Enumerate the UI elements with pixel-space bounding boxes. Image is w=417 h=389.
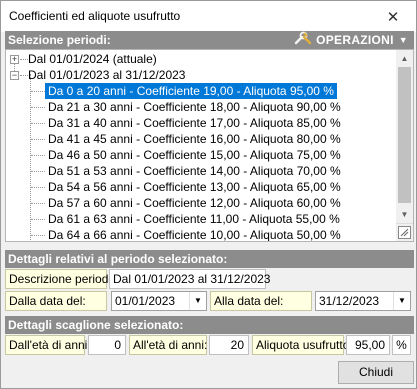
tree-connector: [31, 123, 45, 124]
tree-item-bracket[interactable]: Da 64 a 66 anni - Coefficiente 10,00 - A…: [48, 227, 341, 241]
from-date-label: Dalla data del:: [5, 291, 107, 311]
rate-field[interactable]: 95,00: [346, 335, 390, 355]
tree-connector: [31, 171, 45, 172]
expand-icon[interactable]: +: [10, 55, 19, 64]
close-icon: ✕: [386, 8, 400, 26]
tree-connector: [20, 75, 28, 76]
tree-item-bracket[interactable]: Da 46 a 50 anni - Coefficiente 15,00 - A…: [48, 147, 341, 163]
tree-item-bracket[interactable]: Da 51 a 53 anni - Coefficiente 14,00 - A…: [48, 163, 341, 179]
tree-item-bracket[interactable]: Da 57 a 60 anni - Coefficiente 12,00 - A…: [48, 195, 341, 211]
age-to-label: All'età di anni:: [129, 335, 207, 355]
tree-connector: [31, 187, 45, 188]
tree-connector: [31, 91, 45, 92]
scroll-down-icon[interactable]: ▼: [396, 206, 413, 223]
chevron-down-icon: ▼: [398, 35, 408, 45]
from-date-value: 01/01/2023: [115, 294, 176, 308]
tree-item-bracket[interactable]: Da 21 a 30 anni - Coefficiente 18,00 - A…: [48, 99, 341, 115]
tree-item-bracket[interactable]: Da 54 a 56 anni - Coefficiente 13,00 - A…: [48, 179, 341, 195]
tree-connector: [31, 155, 45, 156]
window-title: Coefficienti ed aliquote usufrutto: [9, 9, 181, 23]
periods-header-label: Selezione periodi:: [8, 33, 111, 47]
description-field: Dal 01/01/2023 al 31/12/2023: [109, 269, 270, 289]
tree-connector: [31, 203, 45, 204]
close-button[interactable]: Chiudi: [338, 361, 414, 384]
tree-connector: [20, 59, 28, 60]
tree-vertical-scrollbar[interactable]: ▲ ▼: [396, 50, 413, 223]
chevron-down-icon[interactable]: ▼: [393, 292, 410, 310]
rate-label: Aliquota usufrutto:: [252, 335, 353, 355]
bracket-details-header: Dettagli scaglione selezionato:: [5, 316, 414, 334]
bracket-details-header-label: Dettagli scaglione selezionato:: [8, 318, 184, 332]
to-date-value: 31/12/2023: [319, 294, 380, 308]
title-bar: Coefficienti ed aliquote usufrutto ✕: [1, 1, 416, 32]
tree-item-bracket[interactable]: Da 31 a 40 anni - Coefficiente 17,00 - A…: [48, 115, 341, 131]
tree-connector: [31, 219, 45, 220]
period-details-header: Dettagli relativi al periodo selezionato…: [5, 250, 414, 268]
operations-menu-button[interactable]: OPERAZIONI ▼: [294, 31, 408, 49]
scroll-up-icon[interactable]: ▲: [396, 50, 413, 67]
description-label: Descrizione periodo:: [5, 269, 118, 289]
age-from-field[interactable]: 0: [88, 335, 126, 355]
dialog-window: Coefficienti ed aliquote usufrutto ✕ Sel…: [0, 0, 417, 389]
tree-item-bracket[interactable]: Da 41 a 45 anni - Coefficiente 16,00 - A…: [48, 131, 341, 147]
operations-label: OPERAZIONI: [316, 33, 394, 47]
tree-connector: [31, 139, 45, 140]
age-from-label: Dall'età di anni:: [5, 335, 91, 355]
periods-panel-header: Selezione periodi: OPERAZIONI ▼: [5, 31, 414, 49]
tree-connector: [31, 235, 45, 236]
age-to-field[interactable]: 20: [209, 335, 249, 355]
close-window-button[interactable]: ✕: [370, 1, 416, 32]
scrollbar-thumb[interactable]: [398, 67, 411, 203]
tree-connector: [30, 74, 31, 241]
tree-connector: [31, 107, 45, 108]
from-date-picker[interactable]: 01/01/2023 ▼: [111, 291, 207, 311]
tree-item-bracket[interactable]: Da 61 a 63 anni - Coefficiente 11,00 - A…: [48, 211, 340, 227]
tree-node-period-current[interactable]: Dal 01/01/2024 (attuale): [28, 51, 157, 67]
periods-tree[interactable]: + Dal 01/01/2024 (attuale) − Dal 01/01/2…: [5, 49, 414, 242]
chevron-down-icon[interactable]: ▼: [189, 292, 206, 310]
collapse-icon[interactable]: −: [10, 71, 19, 80]
period-details-header-label: Dettagli relativi al periodo selezionato…: [8, 252, 228, 266]
to-date-label: Alla data del:: [210, 291, 312, 311]
tree-node-period-2023[interactable]: Dal 01/01/2023 al 31/12/2023: [28, 67, 185, 83]
tree-item-bracket-selected[interactable]: Da 0 a 20 anni - Coefficiente 19,00 - Al…: [45, 83, 337, 99]
to-date-picker[interactable]: 31/12/2023 ▼: [315, 291, 411, 311]
percent-unit-label: %: [392, 335, 411, 355]
tools-icon: [294, 31, 312, 50]
resize-grip-icon[interactable]: [396, 223, 413, 241]
